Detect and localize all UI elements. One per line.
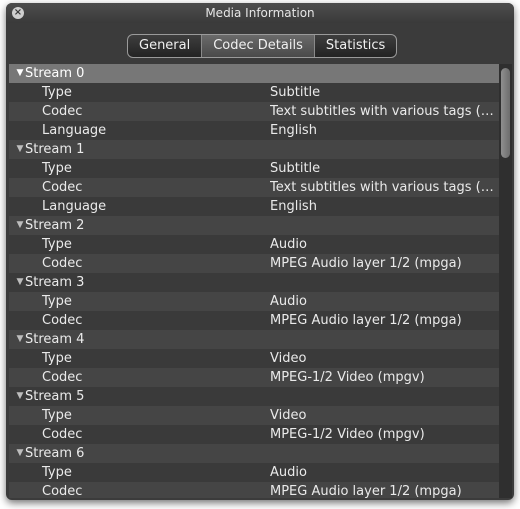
property-value: MPEG Audio layer 1/2 (mpga) [270, 313, 462, 328]
property-value: Subtitle [270, 161, 321, 176]
tab-general[interactable]: General [128, 35, 201, 57]
stream-header-row[interactable]: ▼ Stream 6 [9, 444, 499, 463]
media-information-window: × Media Information General Codec Detail… [6, 3, 514, 500]
property-key: Codec [42, 256, 83, 271]
property-value: English [270, 123, 317, 138]
stream-header-label: Stream 1 [25, 142, 85, 157]
property-key: Language [42, 199, 107, 214]
property-value: Video [270, 351, 307, 366]
property-key: Type [42, 408, 72, 423]
property-key: Type [42, 161, 72, 176]
property-key: Codec [42, 180, 83, 195]
title-bar[interactable]: × Media Information [6, 3, 514, 23]
property-key: Codec [42, 484, 83, 498]
property-key: Type [42, 85, 72, 100]
property-row[interactable]: Type Audio [9, 463, 499, 482]
property-row[interactable]: Type Video [9, 349, 499, 368]
property-value: MPEG-1/2 Video (mpgv) [270, 370, 425, 385]
property-value: Audio [270, 237, 307, 252]
stream-header-label: Stream 4 [25, 332, 85, 347]
property-value: Video [270, 408, 307, 423]
stream-header-label: Stream 2 [25, 218, 85, 233]
property-key: Codec [42, 427, 83, 442]
property-row[interactable]: Codec MPEG-1/2 Video (mpgv) [9, 368, 499, 387]
property-row[interactable]: Type Video [9, 406, 499, 425]
property-row[interactable]: Type Audio [9, 292, 499, 311]
property-row[interactable]: Codec MPEG-1/2 Video (mpgv) [9, 425, 499, 444]
tab-bar: General Codec Details Statistics [127, 34, 398, 58]
property-key: Type [42, 237, 72, 252]
stream-header-label: Stream 0 [25, 66, 85, 81]
property-value: MPEG Audio layer 1/2 (mpga) [270, 256, 462, 271]
property-key: Language [42, 123, 107, 138]
stream-header-row[interactable]: ▼ Stream 1 [9, 140, 499, 159]
property-row[interactable]: Codec Text subtitles with various tags (… [9, 102, 499, 121]
property-row[interactable]: Type Audio [9, 235, 499, 254]
stream-header-row[interactable]: ▼ Stream 3 [9, 273, 499, 292]
property-value: English [270, 199, 317, 214]
property-row[interactable]: Codec MPEG Audio layer 1/2 (mpga) [9, 254, 499, 273]
property-value: Audio [270, 465, 307, 480]
property-row[interactable]: Language English [9, 121, 499, 140]
stream-header-row[interactable]: ▼ Stream 2 [9, 216, 499, 235]
property-row[interactable]: Type Subtitle [9, 83, 499, 102]
vertical-scrollbar[interactable] [499, 64, 512, 498]
stream-header-row[interactable]: ▼ Stream 5 [9, 387, 499, 406]
property-value: MPEG Audio layer 1/2 (mpga) [270, 484, 462, 498]
property-value: MPEG-1/2 Video (mpgv) [270, 427, 425, 442]
property-key: Codec [42, 104, 83, 119]
property-value: Audio [270, 294, 307, 309]
property-key: Type [42, 351, 72, 366]
property-row[interactable]: Type Subtitle [9, 159, 499, 178]
codec-details-outline: ▼ Stream 0 Type Subtitle Codec Text subtitles… [9, 64, 499, 498]
property-value: Text subtitles with various tags (… [270, 180, 494, 195]
stream-header-row[interactable]: ▼ Stream 0 [9, 64, 499, 83]
property-row[interactable]: Codec MPEG Audio layer 1/2 (mpga) [9, 482, 499, 498]
scrollbar-thumb[interactable] [501, 68, 510, 158]
tab-codec-details[interactable]: Codec Details [201, 35, 314, 57]
stream-header-row[interactable]: ▼ Stream 4 [9, 330, 499, 349]
property-key: Type [42, 465, 72, 480]
stream-header-label: Stream 6 [25, 446, 85, 461]
property-key: Codec [42, 313, 83, 328]
stream-header-label: Stream 5 [25, 389, 85, 404]
stream-header-label: Stream 3 [25, 275, 85, 290]
property-key: Codec [42, 370, 83, 385]
tab-statistics[interactable]: Statistics [313, 35, 396, 57]
property-row[interactable]: Language English [9, 197, 499, 216]
property-key: Type [42, 294, 72, 309]
property-row[interactable]: Codec Text subtitles with various tags (… [9, 178, 499, 197]
property-row[interactable]: Codec MPEG Audio layer 1/2 (mpga) [9, 311, 499, 330]
property-value: Text subtitles with various tags (… [270, 104, 494, 119]
window-title: Media Information [205, 6, 315, 20]
property-value: Subtitle [270, 85, 321, 100]
